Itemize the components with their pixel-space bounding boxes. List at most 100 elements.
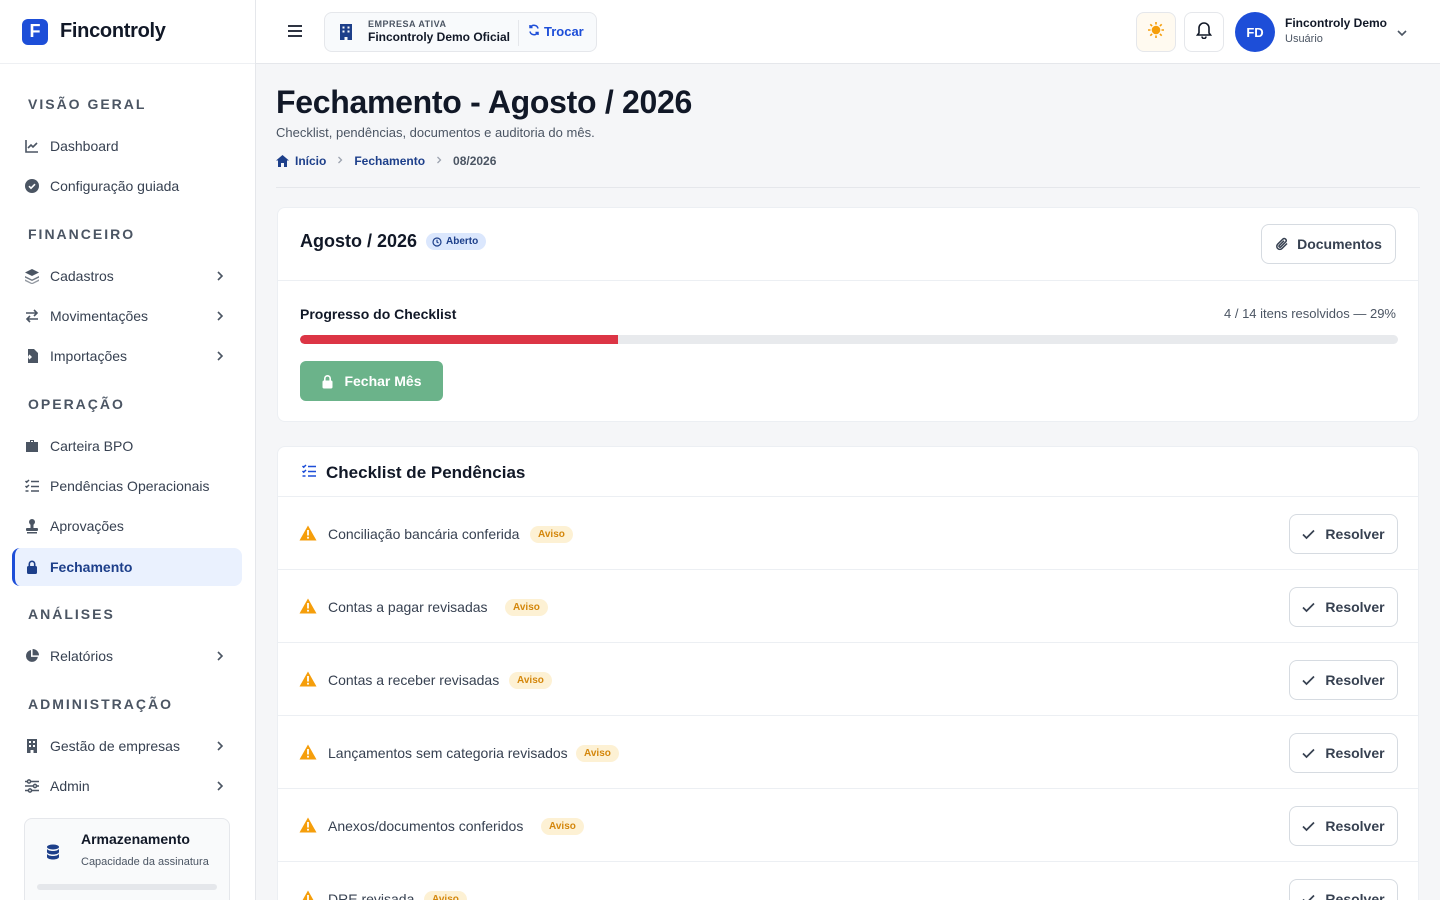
user-role: Usuário xyxy=(1285,33,1323,45)
resolve-button-label: Resolver xyxy=(1325,672,1385,688)
building-icon xyxy=(339,24,353,45)
user-name[interactable]: Fincontroly Demo xyxy=(1285,16,1387,30)
storage-subtitle: Capacidade da assinatura xyxy=(81,856,209,868)
sidebar-item-cadastros[interactable]: Cadastros xyxy=(12,257,242,295)
resolve-button[interactable]: Resolver xyxy=(1289,733,1398,773)
sidebar-item-dashboard[interactable]: Dashboard xyxy=(12,127,242,165)
warning-badge: Aviso xyxy=(424,891,467,900)
resolve-button[interactable]: Resolver xyxy=(1289,806,1398,846)
breadcrumb-current: 08/2026 xyxy=(453,154,497,168)
breadcrumb-fechamento[interactable]: Fechamento xyxy=(354,154,425,168)
status-badge: Aberto xyxy=(426,233,487,250)
close-month-button[interactable]: Fechar Mês xyxy=(300,361,443,401)
status-badge-label: Aberto xyxy=(446,236,479,247)
sidebar-item-gestao-de-empresas[interactable]: Gestão de empresas xyxy=(12,727,242,765)
resolve-button-label: Resolver xyxy=(1325,526,1385,542)
building-icon xyxy=(24,738,40,754)
warning-icon xyxy=(299,817,317,838)
sidebar-item-label: Carteira BPO xyxy=(50,438,134,454)
switch-company-button[interactable]: Trocar xyxy=(528,24,584,39)
check-icon xyxy=(1302,748,1316,759)
chevron-right-icon xyxy=(214,779,226,795)
sidebar-item-carteira-bpo[interactable]: Carteira BPO xyxy=(12,427,242,465)
hamburger-menu-icon[interactable] xyxy=(286,22,304,45)
sidebar-item-configuracao-guiada[interactable]: Configuração guiada xyxy=(12,167,242,205)
sidebar-item-aprovacoes[interactable]: Aprovações xyxy=(12,507,242,545)
arrows-swap-icon xyxy=(24,308,40,324)
sun-icon xyxy=(1147,21,1165,44)
sidebar-item-label: Configuração guiada xyxy=(50,178,180,194)
topbar: EMPRESA ATIVA Fincontroly Demo Oficial T… xyxy=(256,0,1440,64)
check-circle-icon xyxy=(24,178,40,194)
check-icon xyxy=(1302,894,1316,900)
documents-button-label: Documentos xyxy=(1297,236,1382,252)
checklist-row: Anexos/documentos conferidos Aviso Resolve… xyxy=(278,789,1418,862)
notifications-button[interactable] xyxy=(1184,12,1224,52)
check-icon xyxy=(1302,529,1316,540)
sidebar-item-admin[interactable]: Admin xyxy=(12,767,242,805)
warning-icon xyxy=(299,890,317,900)
lock-icon xyxy=(321,374,334,389)
warning-icon xyxy=(299,744,317,765)
breadcrumb: Início Fechamento 08/2026 xyxy=(276,154,496,168)
theme-toggle-button[interactable] xyxy=(1136,12,1176,52)
page-subtitle: Checklist, pendências, documentos e audi… xyxy=(276,125,595,140)
chevron-right-icon xyxy=(214,269,226,285)
checklist-row: Lançamentos sem categoria revisados Aviso… xyxy=(278,716,1418,789)
storage-progress-bar xyxy=(37,884,217,890)
sidebar-item-label: Relatórios xyxy=(50,648,114,664)
progress-count: 4 / 14 itens resolvidos — 29% xyxy=(1224,306,1396,321)
checklist-title: Checklist de Pendências xyxy=(326,463,526,482)
chevron-right-icon xyxy=(336,155,344,167)
chevron-right-icon xyxy=(214,349,226,365)
sidebar-item-label: Aprovações xyxy=(50,518,124,534)
sidebar-item-label: Gestão de empresas xyxy=(50,738,180,754)
resolve-button[interactable]: Resolver xyxy=(1289,879,1398,900)
header-divider xyxy=(276,187,1420,188)
resolve-button-label: Resolver xyxy=(1325,818,1385,834)
stamp-icon xyxy=(24,518,40,534)
sidebar-item-label: Fechamento xyxy=(50,559,133,575)
section-title-administracao: ADMINISTRAÇÃO xyxy=(28,696,173,712)
checklist-row: DRE revisada Aviso Resolver xyxy=(278,862,1418,900)
sidebar-item-label: Importações xyxy=(50,348,128,364)
section-title-operacao: OPERAÇÃO xyxy=(28,396,125,412)
sidebar-item-relatorios[interactable]: Relatórios xyxy=(12,637,242,675)
sidebar-item-label: Movimentações xyxy=(50,308,149,324)
storage-title: Armazenamento xyxy=(81,831,190,847)
documents-button[interactable]: Documentos xyxy=(1261,224,1396,264)
warning-badge: Aviso xyxy=(576,745,619,762)
sidebar-item-pendencias-operacionais[interactable]: Pendências Operacionais xyxy=(12,467,242,505)
breadcrumb-home[interactable]: Início xyxy=(295,154,326,168)
warning-badge: Aviso xyxy=(509,672,552,689)
clock-icon xyxy=(432,236,442,247)
sidebar-item-label: Dashboard xyxy=(50,138,119,154)
chevron-down-icon[interactable] xyxy=(1396,26,1408,44)
company-name: Fincontroly Demo Oficial xyxy=(368,30,511,44)
sidebar-item-movimentacoes[interactable]: Movimentações xyxy=(12,297,242,335)
checklist-item-label: Lançamentos sem categoria revisados xyxy=(328,745,568,761)
lock-icon xyxy=(24,559,40,575)
active-company-selector: EMPRESA ATIVA Fincontroly Demo Oficial T… xyxy=(324,12,597,52)
checklist-card: Checklist de Pendências Conciliação banc… xyxy=(277,446,1419,900)
period-title: Agosto / 2026 xyxy=(300,231,418,251)
brand[interactable]: F Fincontroly xyxy=(0,0,255,64)
sidebar-item-fechamento[interactable]: Fechamento xyxy=(12,548,242,586)
avatar[interactable]: FD xyxy=(1235,12,1275,52)
sidebar: F Fincontroly VISÃO GERAL Dashboard Conf… xyxy=(0,0,256,900)
sidebar-item-importacoes[interactable]: Importações xyxy=(12,337,242,375)
resolve-button[interactable]: Resolver xyxy=(1289,660,1398,700)
file-import-icon xyxy=(24,348,40,364)
check-icon xyxy=(1302,675,1316,686)
checklist-row: Contas a receber revisadas Aviso Resolver xyxy=(278,643,1418,716)
resolve-button-label: Resolver xyxy=(1325,891,1385,900)
home-icon[interactable] xyxy=(276,155,289,167)
pie-chart-icon xyxy=(24,648,40,664)
resolve-button[interactable]: Resolver xyxy=(1289,587,1398,627)
check-icon xyxy=(1302,821,1316,832)
warning-badge: Aviso xyxy=(530,526,573,543)
period-card-header: Agosto / 2026 Aberto Documentos xyxy=(278,208,1418,281)
checklist-row: Contas a pagar revisadas Aviso Resolver xyxy=(278,570,1418,643)
storage-widget: Armazenamento Capacidade da assinatura xyxy=(24,818,230,900)
resolve-button[interactable]: Resolver xyxy=(1289,514,1398,554)
